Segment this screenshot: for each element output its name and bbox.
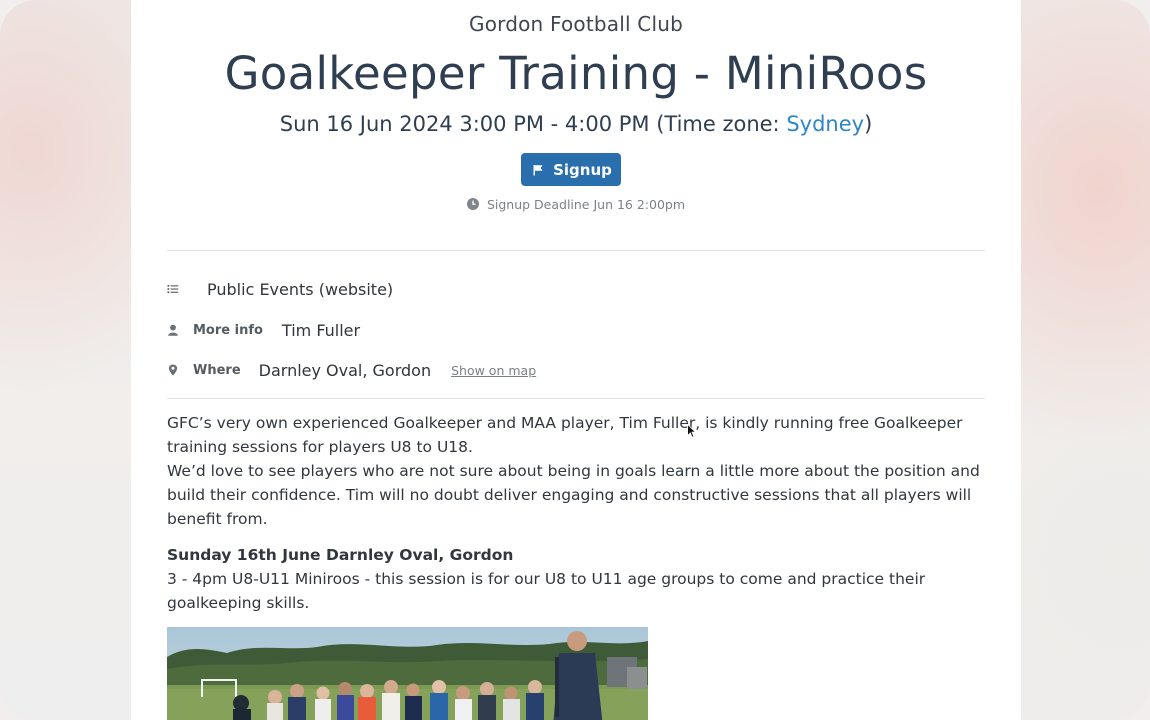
event-description: GFC’s very own experienced Goalkeeper an…: [167, 411, 985, 615]
timezone-link[interactable]: Sydney: [786, 112, 864, 136]
session-detail: 3 - 4pm U8-U11 Miniroos - this session i…: [167, 570, 926, 612]
event-contact-row: More info Tim Fuller: [167, 318, 360, 342]
event-title: Goalkeeper Training - MiniRoos: [224, 47, 928, 100]
session-heading: Sunday 16th June Darnley Oval, Gordon: [167, 546, 514, 564]
event-datetime-text: Sun 16 Jun 2024 3:00 PM - 4:00 PM (Time …: [279, 112, 787, 136]
signup-deadline: Signup Deadline Jun 16 2:00pm: [167, 197, 985, 212]
person-icon: [168, 324, 178, 336]
signup-button[interactable]: Signup: [521, 153, 621, 186]
event-category: Public Events (website): [207, 279, 394, 299]
show-on-map-link[interactable]: Show on map: [451, 363, 536, 378]
description-paragraph: We’d love to see players who are not sur…: [167, 462, 980, 528]
description-paragraph: GFC’s very own experienced Goalkeeper an…: [167, 414, 963, 456]
divider: [167, 398, 985, 399]
clock-icon: [466, 198, 479, 210]
event-location-row: Where Darnley Oval, Gordon Show on map: [167, 358, 536, 382]
where-value: Darnley Oval, Gordon: [258, 360, 432, 380]
signup-button-label: Signup: [553, 160, 612, 179]
where-label: Where: [193, 362, 241, 378]
event-datetime: Sun 16 Jun 2024 3:00 PM - 4:00 PM (Time …: [167, 112, 985, 136]
flag-icon: [533, 164, 543, 175]
contact-label: More info: [193, 322, 263, 338]
event-category-row: Public Events (website): [167, 277, 393, 301]
event-card: Gordon Football Club Goalkeeper Training…: [131, 0, 1021, 720]
list-icon: [167, 285, 179, 293]
club-name: Gordon Football Club: [469, 12, 683, 36]
contact-value: Tim Fuller: [281, 320, 361, 340]
event-photo-image: [167, 627, 648, 720]
signup-deadline-text: Signup Deadline Jun 16 2:00pm: [486, 197, 686, 212]
divider: [167, 250, 985, 251]
event-photo: [167, 627, 648, 720]
page-background: Gordon Football Club Goalkeeper Training…: [0, 0, 1150, 720]
event-datetime-close: ): [864, 112, 873, 136]
mouse-cursor-icon: [687, 424, 697, 438]
map-pin-icon: [168, 364, 178, 376]
